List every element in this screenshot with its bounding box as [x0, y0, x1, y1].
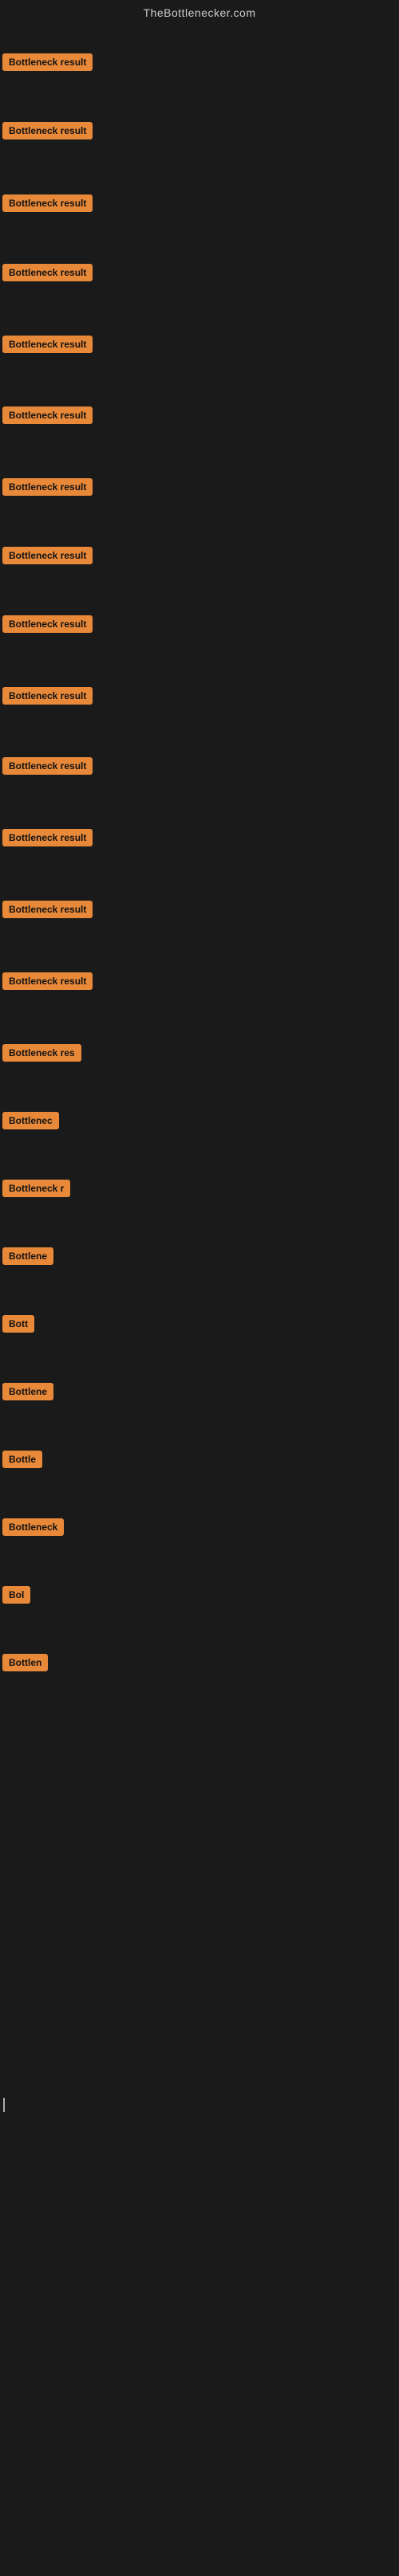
bottleneck-item-3: Bottleneck result — [0, 188, 93, 222]
bottleneck-badge-18[interactable]: Bottlene — [2, 1247, 53, 1265]
bottleneck-item-11: Bottleneck result — [0, 751, 93, 785]
bottleneck-badge-6[interactable]: Bottleneck result — [2, 406, 93, 424]
bottleneck-badge-19[interactable]: Bott — [2, 1315, 34, 1333]
site-title: TheBottlenecker.com — [0, 0, 399, 26]
bottleneck-badge-16[interactable]: Bottlenec — [2, 1112, 59, 1129]
bottleneck-item-6: Bottleneck result — [0, 400, 93, 434]
bottleneck-badge-13[interactable]: Bottleneck result — [2, 901, 93, 918]
bottleneck-item-1: Bottleneck result — [0, 47, 93, 81]
bottleneck-badge-10[interactable]: Bottleneck result — [2, 687, 93, 705]
bottleneck-badge-1[interactable]: Bottleneck result — [2, 53, 93, 71]
bottleneck-badge-14[interactable]: Bottleneck result — [2, 972, 93, 990]
bottleneck-item-17: Bottleneck r — [0, 1173, 70, 1208]
bottleneck-item-12: Bottleneck result — [0, 823, 93, 857]
bottleneck-badge-15[interactable]: Bottleneck res — [2, 1044, 81, 1062]
bottleneck-badge-3[interactable]: Bottleneck result — [2, 194, 93, 212]
bottleneck-badge-20[interactable]: Bottlene — [2, 1383, 53, 1400]
bottleneck-item-14: Bottleneck result — [0, 966, 93, 1000]
bottleneck-badge-12[interactable]: Bottleneck result — [2, 829, 93, 846]
bottleneck-badge-7[interactable]: Bottleneck result — [2, 478, 93, 496]
bottleneck-item-8: Bottleneck result — [0, 540, 93, 575]
bottleneck-item-5: Bottleneck result — [0, 329, 93, 363]
bottleneck-badge-5[interactable]: Bottleneck result — [2, 336, 93, 353]
bottleneck-badge-11[interactable]: Bottleneck result — [2, 757, 93, 775]
bottleneck-item-22: Bottleneck — [0, 1512, 64, 1546]
bottleneck-item-16: Bottlenec — [0, 1105, 59, 1140]
bottleneck-item-10: Bottleneck result — [0, 681, 93, 715]
bottleneck-item-18: Bottlene — [0, 1241, 53, 1275]
bottleneck-item-21: Bottle — [0, 1444, 42, 1478]
bottleneck-item-15: Bottleneck res — [0, 1038, 81, 1072]
bottleneck-item-19: Bott — [0, 1309, 34, 1343]
bottleneck-badge-23[interactable]: Bol — [2, 1586, 30, 1604]
bottleneck-item-4: Bottleneck result — [0, 257, 93, 292]
bottleneck-item-20: Bottlene — [0, 1376, 53, 1411]
bottleneck-item-13: Bottleneck result — [0, 894, 93, 929]
bottleneck-badge-2[interactable]: Bottleneck result — [2, 122, 93, 139]
bottleneck-badge-24[interactable]: Bottlen — [2, 1654, 48, 1671]
bottleneck-badge-8[interactable]: Bottleneck result — [2, 547, 93, 564]
bottleneck-badge-4[interactable]: Bottleneck result — [2, 264, 93, 281]
bottleneck-item-24: Bottlen — [0, 1647, 48, 1682]
bottleneck-badge-21[interactable]: Bottle — [2, 1451, 42, 1468]
bottleneck-item-9: Bottleneck result — [0, 609, 93, 643]
bottleneck-item-2: Bottleneck result — [0, 116, 93, 150]
bottleneck-badge-22[interactable]: Bottleneck — [2, 1518, 64, 1536]
bottleneck-badge-17[interactable]: Bottleneck r — [2, 1180, 70, 1197]
bottleneck-item-23: Bol — [0, 1580, 30, 1614]
bottleneck-badge-9[interactable]: Bottleneck result — [2, 615, 93, 633]
text-cursor — [3, 2098, 5, 2112]
bottleneck-item-7: Bottleneck result — [0, 472, 93, 506]
